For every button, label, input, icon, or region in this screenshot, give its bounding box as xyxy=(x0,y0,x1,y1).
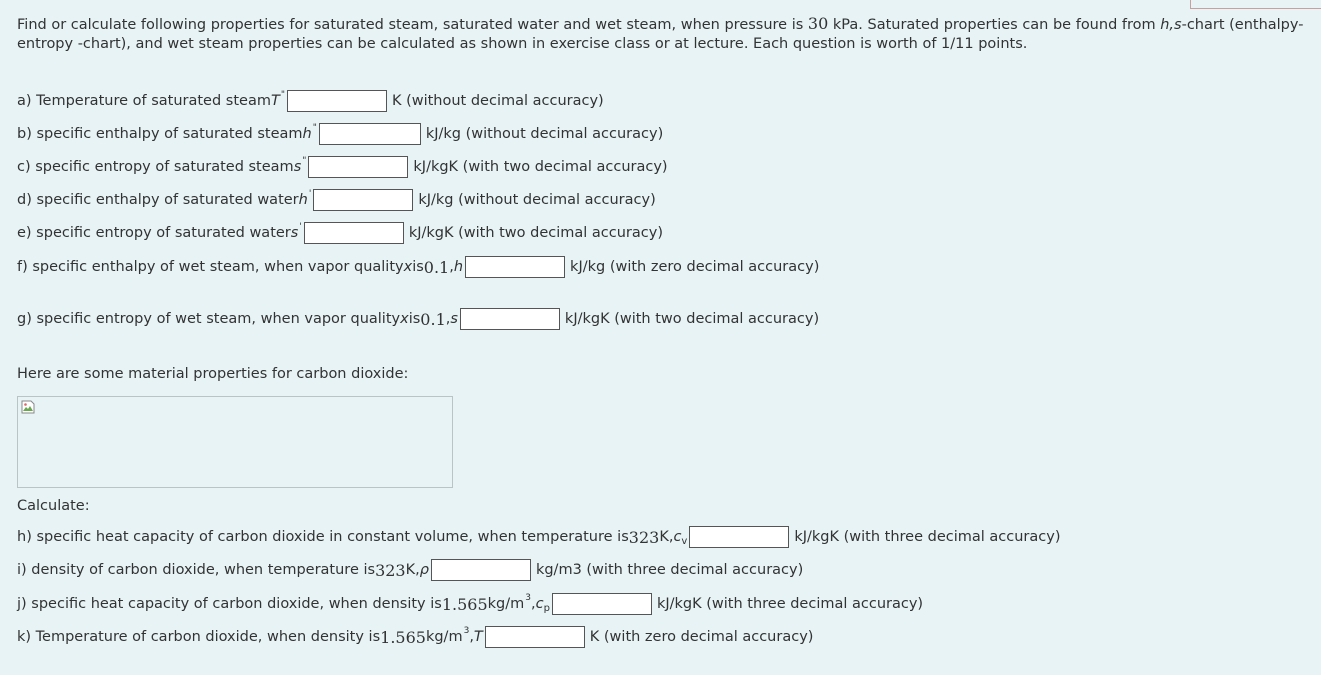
question-h-label: h) specific heat capacity of carbon diox… xyxy=(17,529,629,545)
question-g-x: x xyxy=(400,311,409,327)
question-i-kelvin: K, xyxy=(405,562,420,578)
question-c-symbol: s xyxy=(293,159,302,175)
question-b: b) specific enthalpy of saturated steam … xyxy=(17,122,663,146)
question-f-is: is xyxy=(412,259,424,275)
question-c-mark: " xyxy=(302,156,307,166)
question-j-label: j) specific heat capacity of carbon diox… xyxy=(17,596,442,612)
question-g-symbol: s xyxy=(450,311,458,327)
question-f-unit: kJ/kg (with zero decimal accuracy) xyxy=(570,259,820,275)
question-d-symbol: h xyxy=(298,192,308,208)
answer-d-input[interactable] xyxy=(313,189,414,211)
answer-k-input[interactable] xyxy=(484,626,585,648)
question-k-density: 1.565 xyxy=(380,627,426,647)
question-h-unit: kJ/kgK (with three decimal accuracy) xyxy=(794,529,1061,545)
question-k: k) Temperature of carbon dioxide, when d… xyxy=(17,625,813,649)
corner-frame xyxy=(1190,0,1321,9)
question-d: d) specific enthalpy of saturated water … xyxy=(17,188,656,212)
answer-i-input[interactable] xyxy=(430,559,531,581)
question-e-unit: kJ/kgK (with two decimal accuracy) xyxy=(408,225,663,241)
intro-text: Find or calculate following properties f… xyxy=(17,14,1312,54)
question-f: f) specific enthalpy of wet steam, when … xyxy=(17,255,819,279)
question-k-exponent: 3 xyxy=(463,626,470,636)
question-d-label: d) specific enthalpy of saturated water xyxy=(17,192,299,208)
question-b-label: b) specific enthalpy of saturated steam xyxy=(17,126,303,142)
intro-part1: Find or calculate following properties f… xyxy=(17,17,808,33)
question-a-symbol: T xyxy=(270,93,280,109)
question-j-unit: kJ/kgK (with three decimal accuracy) xyxy=(656,596,924,612)
calculate-heading: Calculate: xyxy=(17,498,90,514)
question-b-symbol: h xyxy=(302,126,312,142)
question-j: j) specific heat capacity of carbon diox… xyxy=(17,592,923,616)
question-c-label: c) specific entropy of saturated steam xyxy=(17,159,294,175)
question-d-unit: kJ/kg (without decimal accuracy) xyxy=(418,192,656,208)
question-f-symbol: h xyxy=(453,259,464,275)
question-f-quality: 0.1 xyxy=(423,257,450,277)
question-e-mark: ' xyxy=(299,222,302,232)
answer-e-input[interactable] xyxy=(303,222,404,244)
question-g-is: is xyxy=(408,311,421,327)
answer-f-input[interactable] xyxy=(465,256,566,278)
question-d-mark: ' xyxy=(308,189,312,199)
question-g-quality: 0.1 xyxy=(420,309,446,329)
broken-image-icon xyxy=(21,400,35,414)
question-f-label: f) specific enthalpy of wet steam, when … xyxy=(17,259,404,275)
question-f-x: x xyxy=(403,259,413,275)
question-g-unit: kJ/kgK (with two decimal accuracy) xyxy=(564,311,820,327)
pressure-value: 30 xyxy=(807,14,829,33)
question-i-label: i) density of carbon dioxide, when tempe… xyxy=(17,562,376,578)
question-k-symbol: T xyxy=(473,629,483,645)
question-c-unit: kJ/kgK (with two decimal accuracy) xyxy=(413,159,668,175)
answer-c-input[interactable] xyxy=(308,156,409,178)
question-b-mark: " xyxy=(312,123,317,133)
question-e-label: e) specific entropy of saturated water xyxy=(17,225,291,241)
question-h-subscript: v xyxy=(681,535,688,547)
question-j-density: 1.565 xyxy=(441,594,488,614)
question-j-unit-prefix: kg/m xyxy=(487,596,525,612)
answer-j-input[interactable] xyxy=(551,593,652,615)
answer-b-input[interactable] xyxy=(318,123,421,145)
question-c: c) specific entropy of saturated steam s… xyxy=(17,155,668,179)
question-k-unit-prefix: kg/m xyxy=(425,629,463,645)
question-j-subscript: p xyxy=(543,602,550,614)
question-e-symbol: s xyxy=(290,225,299,241)
question-a-label: a) Temperature of saturated steam xyxy=(17,93,271,109)
co2-intro-text: Here are some material properties for ca… xyxy=(17,366,409,382)
question-h-temp: 323 xyxy=(628,527,660,547)
question-j-exponent: 3 xyxy=(525,593,531,603)
question-g: g) specific entropy of wet steam, when v… xyxy=(17,307,819,331)
question-j-symbol: c xyxy=(535,596,544,612)
answer-h-input[interactable] xyxy=(689,526,790,548)
question-i-temp: 323 xyxy=(375,560,406,580)
question-h: h) specific heat capacity of carbon diox… xyxy=(17,525,1060,549)
question-i-symbol: ρ xyxy=(419,562,429,578)
question-a-mark: " xyxy=(280,90,285,100)
question-i-unit: kg/m3 (with three decimal accuracy) xyxy=(535,562,804,578)
co2-properties-image xyxy=(17,396,453,488)
question-g-label: g) specific entropy of wet steam, when v… xyxy=(17,311,401,327)
question-a-unit: K (without decimal accuracy) xyxy=(391,93,604,109)
question-k-unit: K (with zero decimal accuracy) xyxy=(589,629,814,645)
question-k-label: k) Temperature of carbon dioxide, when d… xyxy=(17,629,381,645)
answer-g-input[interactable] xyxy=(459,308,560,330)
question-i: i) density of carbon dioxide, when tempe… xyxy=(17,558,803,582)
question-h-symbol: c xyxy=(673,529,682,545)
answer-a-input[interactable] xyxy=(286,90,387,112)
question-h-kelvin: K, xyxy=(659,529,674,545)
question-b-unit: kJ/kg (without decimal accuracy) xyxy=(425,126,664,142)
intro-part2: kPa. Saturated properties can be found f… xyxy=(828,17,1161,33)
hs-symbol: h,s xyxy=(1160,17,1182,33)
question-a: a) Temperature of saturated steam T " K (… xyxy=(17,89,604,113)
question-e: e) specific entropy of saturated water s… xyxy=(17,221,663,245)
